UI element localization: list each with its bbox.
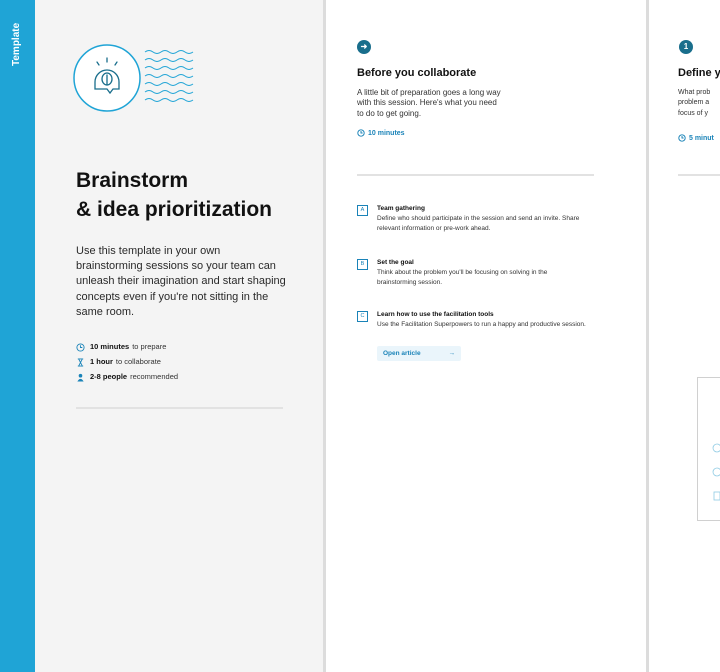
- smiley-icon: [712, 467, 720, 477]
- meta-prepare-text: to prepare: [132, 342, 167, 351]
- step1-duration-text: 5 minut: [689, 134, 714, 142]
- meta-people-text: recommended: [130, 372, 179, 381]
- document-icon: [713, 491, 720, 501]
- meta-collaborate: 1 hour to collaborate: [76, 357, 306, 367]
- cover-title: Brainstorm & idea prioritization: [76, 166, 316, 224]
- open-article-label: Open article: [383, 350, 421, 357]
- step-number-badge: 1: [679, 40, 693, 54]
- step-a: A Team gathering Define who should parti…: [357, 205, 607, 237]
- before-collaborate-panel: ➜ Before you collaborate A little bit of…: [326, 0, 646, 672]
- meta-people: 2-8 people recommended: [76, 372, 306, 382]
- step-b-text: Think about the problem you'll be focusi…: [377, 269, 548, 286]
- step-c-text: Use the Facilitation Superpowers to run …: [377, 321, 586, 328]
- arrow-right-icon: ➜: [357, 40, 371, 54]
- before-description: A little bit of preparation goes a long …: [357, 88, 501, 118]
- meta-collaborate-text: to collaborate: [115, 357, 161, 366]
- clock-icon: [678, 134, 686, 142]
- step1-description: What prob problem a focus of y: [678, 89, 711, 117]
- step-b-title: Set the goal: [377, 259, 414, 266]
- hourglass-icon: [77, 357, 84, 367]
- step-c: C Learn how to use the facilitation tool…: [357, 311, 607, 343]
- step-c-title: Learn how to use the facilitation tools: [377, 311, 494, 318]
- step-b: B Set the goal Think about the problem y…: [357, 259, 607, 291]
- arrow-right-icon: →: [448, 350, 456, 357]
- lightbulb-illustration-icon: [73, 44, 194, 112]
- step-c-letter: C: [357, 311, 368, 322]
- person-icon: [77, 373, 84, 382]
- clock-icon: [357, 129, 365, 137]
- cover-divider: [76, 407, 283, 409]
- cover-panel: Brainstorm & idea prioritization Use thi…: [35, 0, 323, 672]
- smiley-icon: [712, 443, 720, 453]
- before-title: Before you collaborate: [357, 67, 477, 79]
- step-b-letter: B: [357, 259, 368, 270]
- meta-prepare-bold: 10 minutes: [90, 342, 130, 351]
- open-article-button[interactable]: Open article →: [377, 346, 461, 361]
- template-tag-strip: Template: [0, 0, 35, 672]
- step1-divider: [678, 174, 720, 176]
- meta-prepare: 10 minutes to prepare: [76, 342, 306, 352]
- meta-people-bold: 2-8 people: [90, 372, 128, 381]
- before-duration-text: 10 minutes: [368, 129, 405, 137]
- define-step-panel: 1 Define y What prob problem a focus of …: [649, 0, 720, 672]
- meta-collaborate-bold: 1 hour: [90, 357, 113, 366]
- cover-title-line2: & idea prioritization: [76, 198, 273, 221]
- step1-duration: 5 minut: [678, 134, 714, 142]
- cover-description: Use this template in your own brainstorm…: [76, 245, 286, 318]
- template-tag-label: Template: [11, 22, 22, 66]
- before-duration: 10 minutes: [357, 129, 405, 137]
- step-a-title: Team gathering: [377, 205, 425, 212]
- step-a-text: Define who should participate in the ses…: [377, 215, 580, 232]
- cover-title-line1: Brainstorm: [76, 169, 189, 192]
- step1-title: Define y: [678, 67, 720, 79]
- clock-icon: [76, 342, 85, 352]
- step-a-letter: A: [357, 205, 368, 216]
- before-divider: [357, 174, 594, 176]
